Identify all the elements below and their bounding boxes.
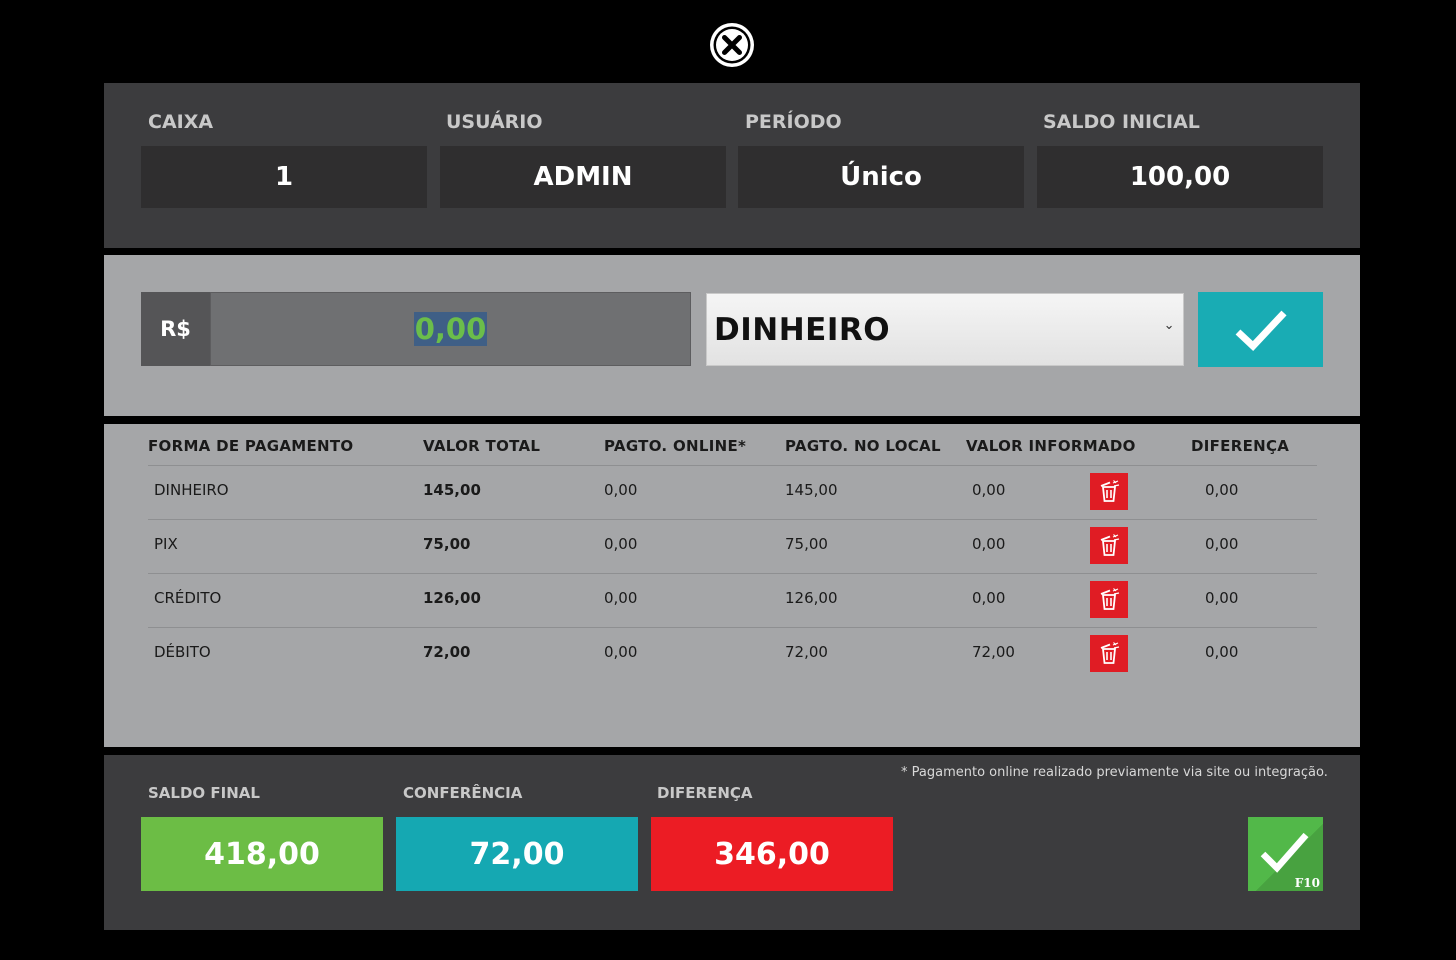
cell-diferenca: 0,00 bbox=[1205, 535, 1239, 553]
trash-icon bbox=[1100, 479, 1120, 502]
cell-forma: DÉBITO bbox=[154, 643, 211, 661]
cell-diferenca: 0,00 bbox=[1205, 643, 1239, 661]
col-valor-informado: VALOR INFORMADO bbox=[966, 437, 1136, 455]
diferenca-value: 346,00 bbox=[651, 817, 893, 891]
col-forma: FORMA DE PAGAMENTO bbox=[148, 437, 354, 455]
chevron-down-icon: ⌄ bbox=[1163, 318, 1175, 333]
cell-online: 0,00 bbox=[604, 481, 638, 499]
table-row: PIX 75,00 0,00 75,00 0,00 0,00 bbox=[148, 519, 1317, 574]
cell-online: 0,00 bbox=[604, 589, 638, 607]
conferencia-value: 72,00 bbox=[396, 817, 638, 891]
payment-method-select[interactable]: DINHEIRO ⌄ bbox=[706, 293, 1184, 366]
cell-local: 75,00 bbox=[785, 535, 828, 553]
finish-button[interactable]: F10 bbox=[1248, 817, 1323, 891]
summary-panel: SALDO FINAL CONFERÊNCIA DIFERENÇA 418,00… bbox=[104, 755, 1360, 930]
payments-table: FORMA DE PAGAMENTO VALOR TOTAL PAGTO. ON… bbox=[104, 424, 1360, 747]
periodo-value: Único bbox=[738, 146, 1024, 208]
close-icon bbox=[710, 23, 754, 67]
table-row: CRÉDITO 126,00 0,00 126,00 0,00 0,00 bbox=[148, 573, 1317, 628]
cell-diferenca: 0,00 bbox=[1205, 481, 1239, 499]
col-valor-total: VALOR TOTAL bbox=[423, 437, 541, 455]
shortcut-label: F10 bbox=[1294, 876, 1320, 890]
close-button[interactable] bbox=[708, 21, 756, 69]
payment-entry-panel: R$ 0,00 DINHEIRO ⌄ bbox=[104, 255, 1360, 416]
cell-forma: DINHEIRO bbox=[154, 481, 229, 499]
cell-informado: 72,00 bbox=[972, 643, 1015, 661]
conferencia-label: CONFERÊNCIA bbox=[403, 784, 523, 802]
cell-valor-total: 126,00 bbox=[423, 589, 481, 607]
online-payment-note: * Pagamento online realizado previamente… bbox=[901, 765, 1328, 780]
cell-valor-total: 145,00 bbox=[423, 481, 481, 499]
check-icon bbox=[1235, 310, 1287, 351]
delete-button[interactable] bbox=[1090, 581, 1128, 618]
trash-icon bbox=[1100, 587, 1120, 610]
trash-icon bbox=[1100, 533, 1120, 556]
table-row: DÉBITO 72,00 0,00 72,00 72,00 0,00 bbox=[148, 627, 1317, 682]
diferenca-label: DIFERENÇA bbox=[657, 784, 753, 802]
cell-valor-total: 75,00 bbox=[423, 535, 471, 553]
currency-label: R$ bbox=[141, 292, 210, 366]
amount-input[interactable]: 0,00 bbox=[210, 292, 691, 366]
delete-button[interactable] bbox=[1090, 527, 1128, 564]
saldo-inicial-label: SALDO INICIAL bbox=[1043, 111, 1200, 133]
cell-local: 145,00 bbox=[785, 481, 838, 499]
delete-button[interactable] bbox=[1090, 635, 1128, 672]
cell-local: 72,00 bbox=[785, 643, 828, 661]
usuario-label: USUÁRIO bbox=[446, 111, 543, 133]
table-row: DINHEIRO 145,00 0,00 145,00 0,00 0,00 bbox=[148, 465, 1317, 520]
cell-informado: 0,00 bbox=[972, 481, 1006, 499]
session-info-panel: CAIXA USUÁRIO PERÍODO SALDO INICIAL 1 AD… bbox=[104, 83, 1360, 248]
cell-informado: 0,00 bbox=[972, 589, 1006, 607]
saldo-final-value: 418,00 bbox=[141, 817, 383, 891]
cell-local: 126,00 bbox=[785, 589, 838, 607]
cell-forma: CRÉDITO bbox=[154, 589, 222, 607]
payment-method-selected: DINHEIRO bbox=[714, 311, 891, 348]
trash-icon bbox=[1100, 641, 1120, 664]
periodo-label: PERÍODO bbox=[745, 111, 842, 133]
caixa-label: CAIXA bbox=[148, 111, 214, 133]
cell-online: 0,00 bbox=[604, 643, 638, 661]
cell-online: 0,00 bbox=[604, 535, 638, 553]
cell-forma: PIX bbox=[154, 535, 178, 553]
usuario-value: ADMIN bbox=[440, 146, 726, 208]
confirm-entry-button[interactable] bbox=[1198, 292, 1323, 367]
amount-value: 0,00 bbox=[413, 312, 488, 346]
saldo-inicial-value: 100,00 bbox=[1037, 146, 1323, 208]
col-diferenca: DIFERENÇA bbox=[1191, 437, 1290, 455]
col-pagto-online: PAGTO. ONLINE* bbox=[604, 437, 747, 455]
col-pagto-local: PAGTO. NO LOCAL bbox=[785, 437, 941, 455]
cell-valor-total: 72,00 bbox=[423, 643, 471, 661]
cell-diferenca: 0,00 bbox=[1205, 589, 1239, 607]
caixa-value: 1 bbox=[141, 146, 427, 208]
saldo-final-label: SALDO FINAL bbox=[148, 784, 260, 802]
delete-button[interactable] bbox=[1090, 473, 1128, 510]
cell-informado: 0,00 bbox=[972, 535, 1006, 553]
